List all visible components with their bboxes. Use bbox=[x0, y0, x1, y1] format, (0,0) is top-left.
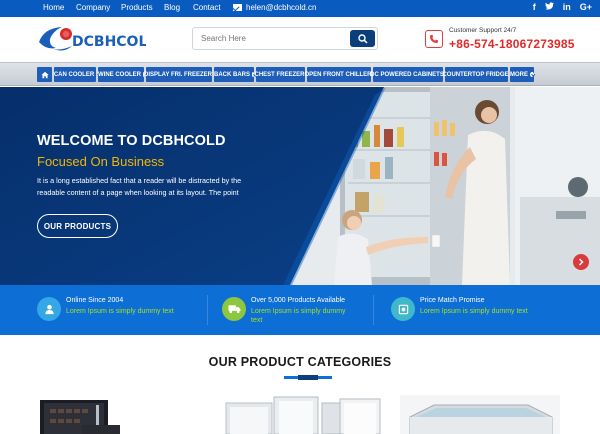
logo-text: DCBHCOLD bbox=[72, 34, 146, 50]
menu-label: BACK BARS bbox=[214, 71, 250, 78]
heading-underline bbox=[284, 375, 332, 380]
product-image-wine-cooler[interactable] bbox=[38, 395, 120, 434]
slider-next-button[interactable] bbox=[573, 254, 589, 270]
home-button[interactable] bbox=[37, 67, 52, 82]
feature-title: Over 5,000 Products Available bbox=[251, 297, 346, 304]
feature-title: Online Since 2004 bbox=[66, 297, 124, 304]
menu-label: WINE COOLER bbox=[98, 71, 141, 78]
envelope-icon bbox=[233, 4, 242, 11]
menu-label: CHEST FREEZER bbox=[254, 71, 305, 78]
phone-number[interactable]: +86-574-18067273985 bbox=[449, 37, 575, 51]
menu-item-back-bars[interactable]: BACK BARS bbox=[214, 67, 254, 82]
feature-online-since: Online Since 2004 Lorem Ipsum is simply … bbox=[37, 295, 197, 325]
menu-item-can-cooler[interactable]: CAN COOLER bbox=[54, 67, 96, 82]
chevron-down-icon bbox=[530, 72, 534, 77]
categories-heading: OUR PRODUCT CATEGORIES bbox=[208, 355, 392, 369]
menu-item-chest-freezer[interactable]: CHEST FREEZER bbox=[254, 67, 305, 82]
menu-item-wine-cooler[interactable]: WINE COOLER bbox=[98, 67, 144, 82]
menu-label: DC POWERED CABINETS bbox=[370, 71, 444, 78]
support-label: Customer Support 24/7 bbox=[449, 27, 517, 34]
chevron-right-icon bbox=[578, 258, 584, 266]
google-plus-icon[interactable]: G+ bbox=[580, 2, 592, 12]
feature-price-match: Price Match Promise Lorem Ipsum is simpl… bbox=[391, 295, 551, 325]
feature-subtitle: Lorem Ipsum is simply dummy text bbox=[251, 308, 346, 324]
hero-banner: WELCOME TO DCBHCOLD Focused On Business … bbox=[0, 87, 600, 285]
menu-item-dc-powered-cabinets[interactable]: DC POWERED CABINETS bbox=[370, 67, 444, 82]
truck-icon bbox=[222, 297, 246, 321]
menu-item-countertop-fridge[interactable]: COUNTERTOP FRIDGE bbox=[442, 67, 509, 82]
nav-link-home[interactable]: Home bbox=[43, 3, 64, 12]
feature-subtitle: Lorem Ipsum is simply dummy text bbox=[420, 308, 528, 315]
hero-description: It is a long established fact that a rea… bbox=[37, 176, 242, 197]
phone-icon bbox=[425, 30, 443, 48]
feature-title: Price Match Promise bbox=[420, 297, 485, 304]
menu-label: CAN COOLER bbox=[53, 71, 95, 78]
features-strip: Online Since 2004 Lorem Ipsum is simply … bbox=[0, 285, 600, 335]
nav-link-contact[interactable]: Contact bbox=[193, 3, 221, 12]
email-address: helen@dcbhcold.cn bbox=[246, 3, 317, 12]
search-box bbox=[192, 27, 378, 50]
top-bar: Home Company Products Blog Contact helen… bbox=[0, 0, 600, 17]
hero-subtitle: Focused On Business bbox=[37, 154, 165, 169]
menu-item-more[interactable]: MORE bbox=[510, 67, 534, 82]
menu-item-display-freezer[interactable]: DISPLAY FRI. FREEZER bbox=[144, 67, 213, 82]
facebook-icon[interactable]: f bbox=[533, 2, 536, 12]
email-contact[interactable]: helen@dcbhcold.cn bbox=[233, 3, 316, 12]
search-icon bbox=[357, 33, 368, 44]
feature-subtitle: Lorem Ipsum is simply dummy text bbox=[66, 308, 174, 315]
nav-link-company[interactable]: Company bbox=[76, 3, 110, 12]
product-image-chest-freezer[interactable] bbox=[400, 395, 560, 434]
feature-divider bbox=[373, 295, 374, 325]
menu-item-open-front-chiller[interactable]: OPEN FRONT CHILLER bbox=[304, 67, 372, 82]
nav-link-products[interactable]: Products bbox=[121, 3, 153, 12]
twitter-icon[interactable] bbox=[544, 2, 554, 12]
menu-label: DISPLAY FRI. FREEZER bbox=[144, 71, 213, 78]
menu-label: OPEN FRONT CHILLER bbox=[304, 71, 372, 78]
search-button[interactable] bbox=[350, 30, 375, 47]
site-header: DCBHCOLD Customer Support 24/7 +86-574-1… bbox=[0, 17, 600, 62]
menu-label: MORE bbox=[510, 71, 528, 78]
hero-title: WELCOME TO DCBHCOLD bbox=[37, 133, 226, 149]
social-links: f in G+ bbox=[533, 2, 592, 12]
user-icon bbox=[37, 297, 61, 321]
nav-link-blog[interactable]: Blog bbox=[164, 3, 180, 12]
our-products-button[interactable]: OUR PRODUCTS bbox=[37, 214, 118, 238]
dcbhcold-logo[interactable]: DCBHCOLD bbox=[36, 22, 146, 56]
search-input[interactable] bbox=[193, 28, 343, 49]
category-menu: CAN COOLER WINE COOLER DISPLAY FRI. FREE… bbox=[0, 62, 600, 86]
price-tag-icon bbox=[391, 297, 415, 321]
home-icon bbox=[40, 71, 49, 78]
linkedin-icon[interactable]: in bbox=[563, 2, 571, 12]
feature-divider bbox=[207, 295, 208, 325]
feature-products-available: Over 5,000 Products Available Lorem Ipsu… bbox=[222, 295, 362, 325]
menu-label: COUNTERTOP FRIDGE bbox=[442, 71, 509, 78]
product-image-display-fridges[interactable] bbox=[222, 395, 382, 434]
